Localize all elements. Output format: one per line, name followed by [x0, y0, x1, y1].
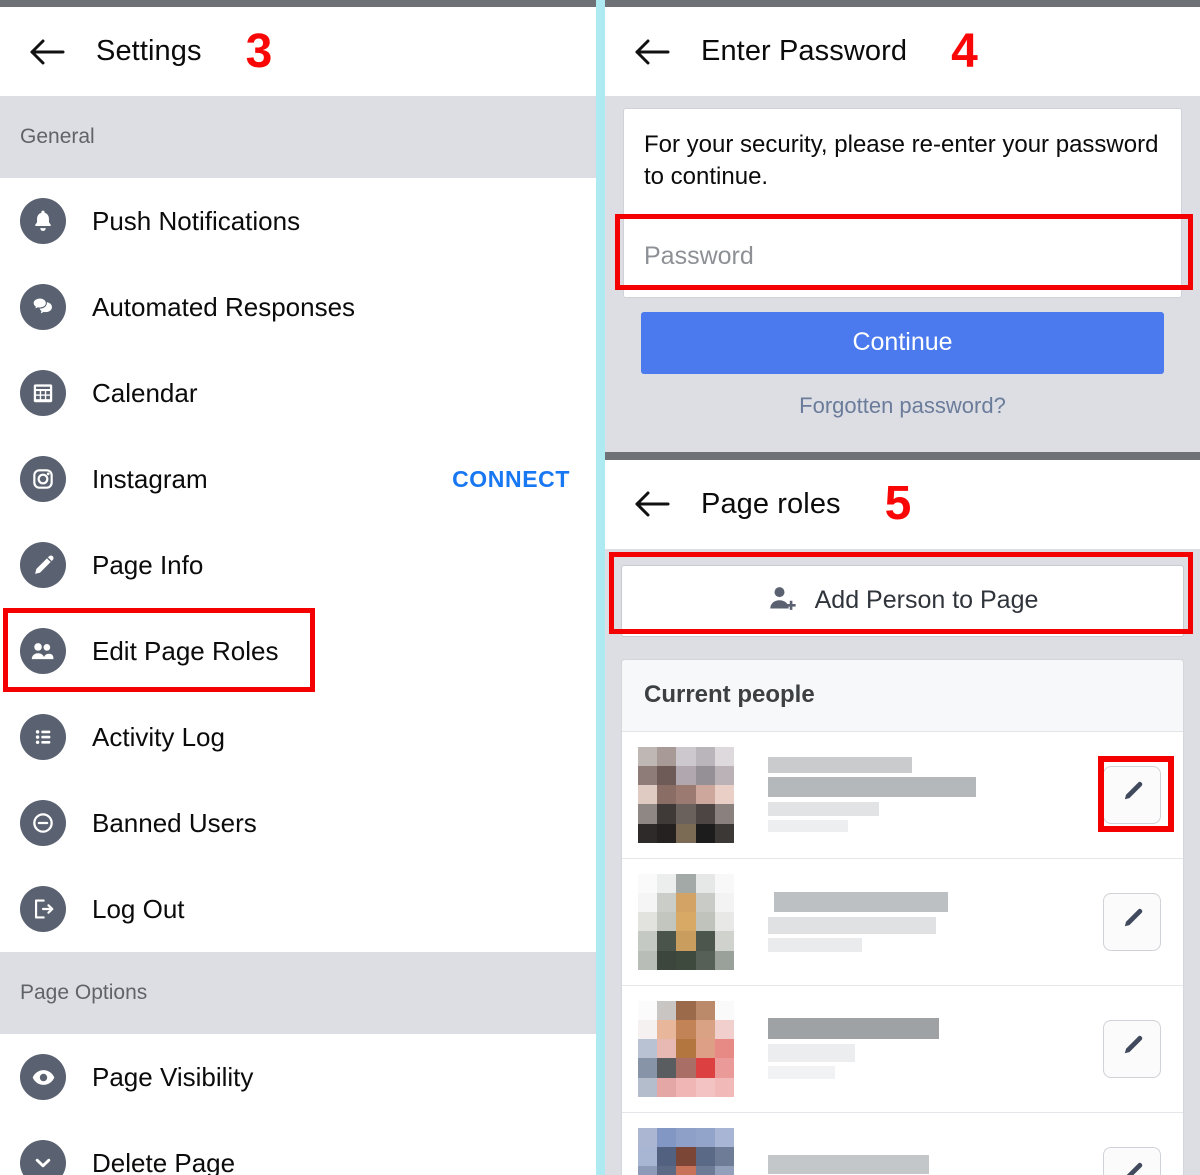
list-icon	[20, 714, 66, 760]
section-header-page-options: Page Options	[0, 952, 596, 1034]
pencil-icon	[1119, 906, 1145, 937]
table-row[interactable]	[622, 731, 1183, 859]
back-arrow-icon[interactable]	[633, 32, 673, 72]
page-roles-screen: Page roles 5 Add Person to Page Current …	[605, 459, 1200, 1175]
settings-header: Settings 3	[0, 7, 596, 96]
pencil-icon	[1119, 779, 1145, 810]
chat-bubbles-icon	[20, 284, 66, 330]
pencil-icon	[1119, 1033, 1145, 1064]
avatar	[638, 873, 734, 970]
sidebar-item-label: Edit Page Roles	[92, 635, 279, 666]
person-name-redacted	[768, 1018, 1103, 1080]
continue-button[interactable]: Continue	[641, 311, 1164, 374]
sidebar-item-instagram[interactable]: Instagram CONNECT	[0, 436, 596, 522]
eye-icon	[20, 1054, 66, 1100]
sidebar-item-banned-users[interactable]: Banned Users	[0, 780, 596, 866]
sidebar-item-label: Log Out	[92, 893, 185, 924]
enter-password-screen: Enter Password 4 For your security, plea…	[605, 7, 1200, 460]
calendar-icon	[20, 370, 66, 416]
sidebar-item-edit-page-roles[interactable]: Edit Page Roles	[0, 608, 596, 694]
logout-icon	[20, 886, 66, 932]
sidebar-item-push-notifications[interactable]: Push Notifications	[0, 178, 596, 264]
edit-role-button[interactable]	[1103, 892, 1161, 951]
page-title: Settings	[96, 35, 202, 67]
password-form-area: For your security, please re-enter your …	[605, 96, 1200, 452]
edit-role-button[interactable]	[1103, 765, 1161, 824]
back-arrow-icon[interactable]	[28, 32, 68, 72]
edit-role-button[interactable]	[1103, 1146, 1161, 1175]
add-person-icon	[767, 583, 797, 618]
screenshot-root: Settings 3 General Push Notifications Au…	[0, 0, 1200, 1175]
security-note: For your security, please re-enter your …	[644, 131, 1159, 190]
sidebar-item-calendar[interactable]: Calendar	[0, 350, 596, 436]
edit-role-button[interactable]	[1103, 1019, 1161, 1078]
add-person-label: Add Person to Page	[814, 586, 1039, 615]
forgotten-password-link[interactable]: Forgotten password?	[623, 374, 1182, 436]
pencil-icon	[20, 542, 66, 588]
table-row[interactable]	[622, 985, 1183, 1113]
sidebar-item-activity-log[interactable]: Activity Log	[0, 694, 596, 780]
page-roles-header: Page roles 5	[605, 459, 1200, 549]
sidebar-item-label: Push Notifications	[92, 205, 301, 236]
password-card: For your security, please re-enter your …	[623, 108, 1182, 298]
instagram-connect-link[interactable]: CONNECT	[452, 466, 570, 493]
table-row[interactable]	[622, 1112, 1183, 1175]
current-people-card: Current people	[621, 658, 1184, 1175]
current-people-title: Current people	[622, 659, 1183, 732]
person-name-redacted	[768, 891, 1103, 952]
back-arrow-icon[interactable]	[633, 484, 673, 524]
chevron-down-icon	[20, 1140, 66, 1175]
add-person-to-page-button[interactable]: Add Person to Page	[621, 564, 1184, 637]
sidebar-item-label: Banned Users	[92, 807, 257, 838]
person-name-redacted	[768, 1155, 1103, 1175]
sidebar-item-page-info[interactable]: Page Info	[0, 522, 596, 608]
step-number-4: 4	[951, 24, 978, 78]
section-header-general-label: General	[20, 125, 95, 148]
sidebar-item-label: Page Info	[92, 549, 204, 580]
page-title: Page roles	[701, 487, 841, 520]
sidebar-item-log-out[interactable]: Log Out	[0, 866, 596, 952]
page-roles-body: Add Person to Page Current people	[605, 548, 1200, 1175]
sidebar-item-label: Page Visibility	[92, 1061, 254, 1092]
table-row[interactable]	[622, 858, 1183, 986]
sidebar-item-automated-responses[interactable]: Automated Responses	[0, 264, 596, 350]
instagram-icon	[20, 456, 66, 502]
screen-separator	[605, 451, 1200, 460]
right-column: Enter Password 4 For your security, plea…	[605, 7, 1200, 1175]
password-input[interactable]: Password	[624, 214, 1181, 297]
avatar	[638, 1000, 734, 1097]
sidebar-item-delete-page[interactable]: Delete Page	[0, 1120, 596, 1175]
section-header-general: General	[0, 96, 596, 178]
avatar	[638, 746, 734, 843]
sidebar-item-label: Calendar	[92, 377, 198, 408]
step-number-3: 3	[245, 24, 273, 78]
enter-password-header: Enter Password 4	[605, 7, 1200, 96]
sidebar-item-label: Automated Responses	[92, 291, 356, 322]
people-icon	[20, 628, 66, 674]
sidebar-item-label: Delete Page	[92, 1147, 236, 1175]
sidebar-item-page-visibility[interactable]: Page Visibility	[0, 1034, 596, 1120]
panel-vertical-divider	[596, 0, 605, 1175]
page-title: Enter Password	[701, 35, 908, 67]
sidebar-item-label: Activity Log	[92, 721, 225, 752]
section-header-page-options-label: Page Options	[20, 981, 148, 1004]
pencil-icon	[1119, 1160, 1145, 1175]
minus-circle-icon	[20, 800, 66, 846]
step-number-5: 5	[884, 477, 912, 531]
avatar	[638, 1127, 734, 1175]
person-name-redacted	[768, 757, 1103, 833]
settings-panel: Settings 3 General Push Notifications Au…	[0, 7, 596, 1175]
bell-icon	[20, 198, 66, 244]
sidebar-item-label: Instagram	[92, 463, 208, 494]
